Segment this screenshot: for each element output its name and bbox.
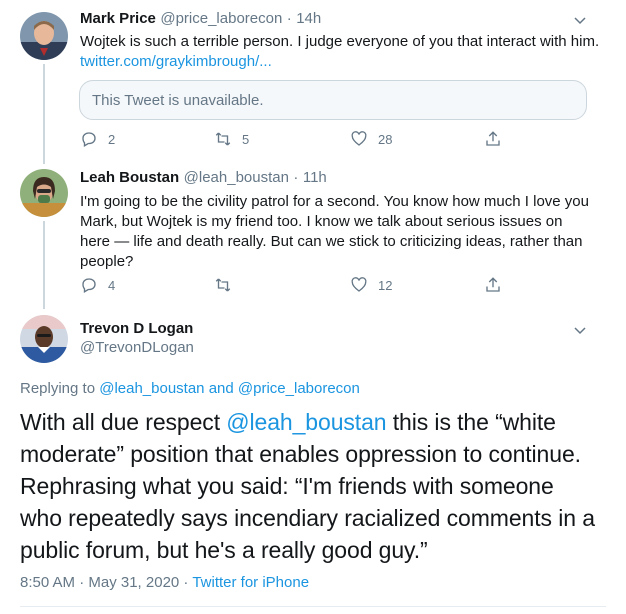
text-before: With all due respect — [20, 409, 220, 435]
replying-prefix: Replying to — [20, 380, 96, 397]
divider — [20, 606, 606, 607]
replying-to: Replying to @leah_boustan and @price_lab… — [20, 380, 360, 397]
retweet-button[interactable]: 5 — [214, 130, 249, 148]
share-icon — [486, 131, 500, 146]
reply-icon — [82, 278, 96, 293]
author-name[interactable]: Mark Price — [80, 10, 156, 27]
mention-link[interactable]: @leah_boustan — [99, 380, 204, 397]
reply-button[interactable]: 4 — [80, 276, 115, 294]
reply-button[interactable]: 2 — [80, 130, 115, 148]
share-button[interactable] — [484, 130, 502, 148]
author-handle[interactable]: @price_laborecon — [160, 10, 282, 27]
tweet-text: I'm going to be the civility patrol for … — [80, 193, 589, 270]
author-name[interactable]: Trevon D Logan — [80, 320, 194, 337]
tweet-timestamp[interactable]: 8:50 AM · May 31, 2020 · — [20, 574, 188, 591]
like-count: 28 — [378, 131, 393, 147]
quoted-tweet-unavailable: This Tweet is unavailable. — [79, 80, 587, 120]
tweet-source[interactable]: Twitter for iPhone — [192, 574, 309, 591]
retweet-count: 5 — [242, 131, 250, 147]
author-handle[interactable]: @TrevonDLogan — [80, 339, 194, 356]
retweet-icon — [215, 132, 231, 146]
like-button[interactable]: 12 — [350, 276, 392, 294]
unavailable-notice: This Tweet is unavailable. — [92, 91, 264, 109]
like-icon — [351, 277, 367, 292]
chevron-down-icon[interactable] — [574, 14, 586, 26]
like-button[interactable]: 28 — [350, 130, 392, 148]
thread-line — [43, 64, 45, 164]
retweet-button[interactable] — [214, 276, 242, 294]
author-name[interactable]: Leah Boustan — [80, 169, 179, 186]
separator: · — [293, 169, 299, 186]
tweet-time[interactable]: 14h — [296, 10, 321, 27]
mention-link[interactable]: @price_laborecon — [238, 380, 360, 397]
tweet-time[interactable]: 11h — [303, 169, 327, 186]
tweet-link[interactable]: twitter.com/graykimbrough/... — [80, 53, 272, 70]
tweet-text: Wojtek is such a terrible person. I judg… — [80, 33, 600, 50]
share-button[interactable] — [484, 276, 502, 294]
like-icon — [351, 131, 367, 146]
avatar-mark-price[interactable] — [20, 12, 68, 60]
share-icon — [486, 277, 500, 292]
avatar-leah-boustan[interactable] — [20, 169, 68, 217]
author-handle[interactable]: @leah_boustan — [184, 169, 289, 186]
reply-count: 2 — [108, 131, 116, 147]
reply-icon — [82, 132, 96, 147]
chevron-down-icon[interactable] — [574, 324, 586, 336]
like-count: 12 — [378, 277, 393, 293]
separator: · — [286, 10, 292, 27]
mention-link[interactable]: @leah_boustan — [226, 409, 386, 435]
avatar-trevon-logan[interactable] — [20, 315, 68, 363]
retweet-icon — [215, 278, 231, 292]
main-tweet-text: With all due respect @leah_boustan this … — [20, 406, 600, 566]
replying-and: and — [208, 380, 234, 397]
reply-count: 4 — [108, 277, 116, 293]
thread-line — [43, 221, 45, 309]
